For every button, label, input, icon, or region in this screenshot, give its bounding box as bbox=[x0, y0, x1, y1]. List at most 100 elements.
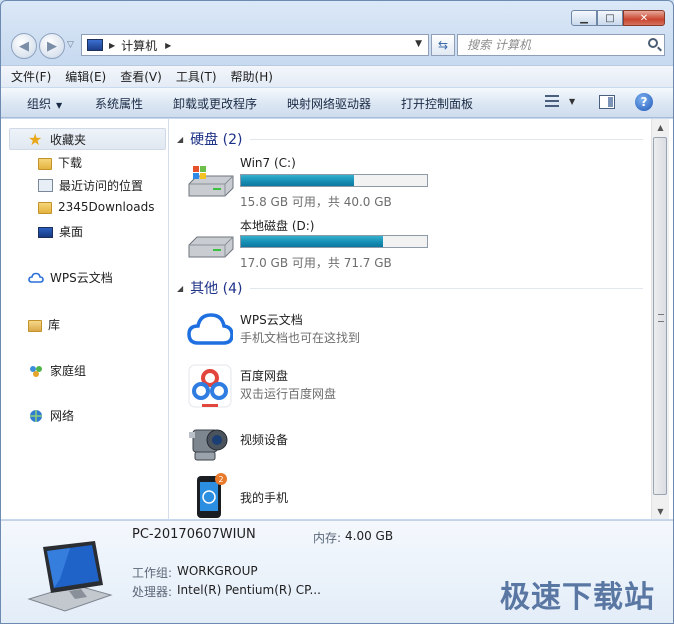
navigation-bar: ◀ ▶ ▽ ▶ 计算机 ▶ ▼ ⇆ bbox=[9, 33, 665, 59]
sidebar-item-homegroup[interactable]: 家庭组 bbox=[28, 362, 86, 379]
main-area: ★ 收藏夹 下载 最近访问的位置 2345Downloads 桌面 WPS云文档… bbox=[1, 119, 673, 519]
site-watermark: 极速下载站 bbox=[500, 580, 655, 615]
device-item-my-phone[interactable]: 2 我的手机 bbox=[187, 473, 447, 523]
forward-button[interactable]: ▶ bbox=[39, 33, 65, 59]
group-title: 其他 (4) bbox=[190, 281, 243, 297]
drive-name: 本地磁盘 (D:) bbox=[240, 219, 315, 233]
organize-label: 组织 bbox=[27, 97, 52, 111]
address-bar[interactable]: ▶ 计算机 ▶ ▼ bbox=[81, 34, 429, 56]
sidebar-item-desktop[interactable]: 桌面 bbox=[38, 223, 83, 240]
recent-pages-dropdown[interactable]: ▽ bbox=[67, 40, 74, 50]
menu-view[interactable]: 查看(V) bbox=[120, 68, 162, 85]
folder-icon bbox=[38, 202, 52, 214]
chevron-right-icon[interactable]: ▶ bbox=[109, 41, 115, 50]
sidebar-item-library[interactable]: 库 bbox=[28, 316, 60, 333]
sidebar-item-label: 2345Downloads bbox=[58, 200, 155, 214]
drive-usage-bar bbox=[240, 174, 428, 187]
homegroup-icon bbox=[28, 363, 44, 379]
menu-edit[interactable]: 编辑(E) bbox=[65, 68, 106, 85]
maximize-button[interactable]: □ bbox=[597, 10, 623, 26]
system-properties-button[interactable]: 系统属性 bbox=[95, 95, 143, 112]
sidebar-item-label: 家庭组 bbox=[50, 364, 87, 378]
chevron-down-icon: ▼ bbox=[569, 96, 576, 106]
download-folder-icon bbox=[38, 157, 52, 170]
address-dropdown-icon[interactable]: ▼ bbox=[415, 39, 422, 49]
item-name: WPS云文档 bbox=[240, 313, 303, 327]
search-icon[interactable] bbox=[648, 38, 658, 48]
device-item-video-device[interactable]: 视频设备 bbox=[187, 418, 447, 468]
sidebar-item-label: 库 bbox=[48, 318, 61, 332]
breadcrumb-computer[interactable]: 计算机 bbox=[121, 37, 157, 54]
close-button[interactable]: ✕ bbox=[623, 10, 665, 26]
collapse-triangle-icon[interactable]: ◢ bbox=[177, 135, 183, 144]
hard-drive-windows-icon bbox=[188, 166, 234, 197]
navigation-pane: ★ 收藏夹 下载 最近访问的位置 2345Downloads 桌面 WPS云文档… bbox=[1, 119, 169, 519]
drive-usage-fill bbox=[241, 175, 354, 186]
network-icon bbox=[28, 408, 44, 424]
sidebar-item-2345downloads[interactable]: 2345Downloads bbox=[38, 200, 154, 214]
sidebar-item-network[interactable]: 网络 bbox=[28, 407, 74, 424]
sidebar-item-label: WPS云文档 bbox=[50, 271, 113, 285]
group-header-hdd[interactable]: ◢ 硬盘 (2) bbox=[177, 129, 643, 149]
memory-value: 4.00 GB bbox=[345, 529, 394, 543]
sidebar-item-label: 网络 bbox=[50, 409, 75, 423]
scroll-down-arrow[interactable]: ▼ bbox=[652, 503, 669, 519]
scroll-thumb[interactable] bbox=[653, 137, 667, 495]
drive-usage-bar bbox=[240, 235, 428, 248]
workgroup-value: WORKGROUP bbox=[177, 564, 258, 578]
group-header-other[interactable]: ◢ 其他 (4) bbox=[177, 278, 643, 298]
search-box bbox=[457, 34, 665, 56]
drive-name: Win7 (C:) bbox=[240, 156, 296, 170]
item-name: 我的手机 bbox=[240, 491, 289, 505]
vertical-scrollbar[interactable]: ▲ ▼ bbox=[651, 119, 669, 519]
device-item-baidu-netdisk[interactable]: 百度网盘 双击运行百度网盘 bbox=[187, 363, 447, 413]
back-button[interactable]: ◀ bbox=[11, 33, 37, 59]
computer-monitor-icon bbox=[27, 541, 113, 612]
help-icon[interactable]: ? bbox=[635, 93, 653, 111]
group-title: 硬盘 (2) bbox=[190, 132, 243, 148]
video-camera-icon bbox=[189, 429, 228, 461]
drive-usage-fill bbox=[241, 236, 383, 247]
sidebar-item-downloads[interactable]: 下载 bbox=[38, 154, 82, 171]
chevron-right-icon[interactable]: ▶ bbox=[165, 41, 171, 50]
organize-button[interactable]: 组织 ▼ bbox=[27, 95, 62, 112]
uninstall-program-button[interactable]: 卸载或更改程序 bbox=[173, 95, 257, 112]
recent-places-icon bbox=[38, 179, 53, 192]
details-pane: PC-20170607WIUN 内存: 4.00 GB 工作组: WORKGRO… bbox=[1, 520, 673, 623]
wps-cloud-icon bbox=[187, 313, 233, 345]
grip-icon bbox=[658, 314, 664, 322]
sidebar-item-recent[interactable]: 最近访问的位置 bbox=[38, 177, 143, 194]
drive-space-info: 17.0 GB 可用，共 71.7 GB bbox=[240, 256, 392, 270]
preview-pane-icon[interactable] bbox=[599, 95, 615, 109]
computer-icon bbox=[87, 39, 103, 51]
baidu-netdisk-icon bbox=[188, 364, 232, 408]
divider bbox=[250, 287, 643, 289]
drive-item-d[interactable]: 本地磁盘 (D:) 17.0 GB 可用，共 71.7 GB bbox=[187, 217, 447, 272]
workgroup-label: 工作组: bbox=[132, 566, 173, 580]
menu-file[interactable]: 文件(F) bbox=[11, 68, 51, 85]
collapse-triangle-icon[interactable]: ◢ bbox=[177, 284, 183, 293]
item-description: 双击运行百度网盘 bbox=[240, 387, 337, 401]
item-name: 百度网盘 bbox=[240, 369, 289, 383]
minimize-button[interactable]: ▁ bbox=[571, 10, 597, 26]
drive-item-c[interactable]: Win7 (C:) 15.8 GB 可用，共 40.0 GB bbox=[187, 156, 447, 211]
chevron-down-icon: ▼ bbox=[56, 101, 63, 110]
change-view-button[interactable]: ▼ bbox=[545, 94, 575, 108]
item-description: 手机文档也可在这找到 bbox=[240, 331, 361, 345]
sidebar-item-label: 桌面 bbox=[59, 225, 84, 239]
map-network-drive-button[interactable]: 映射网络驱动器 bbox=[287, 95, 371, 112]
svg-text:2: 2 bbox=[218, 475, 223, 484]
cloud-icon bbox=[28, 270, 44, 286]
menu-tools[interactable]: 工具(T) bbox=[176, 68, 217, 85]
search-input[interactable] bbox=[465, 37, 639, 53]
device-item-wps-cloud[interactable]: WPS云文档 手机文档也可在这找到 bbox=[187, 307, 447, 357]
scroll-up-arrow[interactable]: ▲ bbox=[652, 119, 669, 135]
hard-drive-icon bbox=[188, 236, 234, 258]
refresh-button[interactable]: ⇆ bbox=[431, 34, 455, 56]
menu-help[interactable]: 帮助(H) bbox=[231, 68, 273, 85]
open-control-panel-button[interactable]: 打开控制面板 bbox=[401, 95, 473, 112]
item-name: 视频设备 bbox=[240, 433, 289, 447]
sidebar-item-wps-cloud[interactable]: WPS云文档 bbox=[28, 269, 113, 286]
sidebar-item-favorites[interactable]: ★ 收藏夹 bbox=[28, 131, 86, 148]
view-list-icon bbox=[545, 94, 559, 108]
